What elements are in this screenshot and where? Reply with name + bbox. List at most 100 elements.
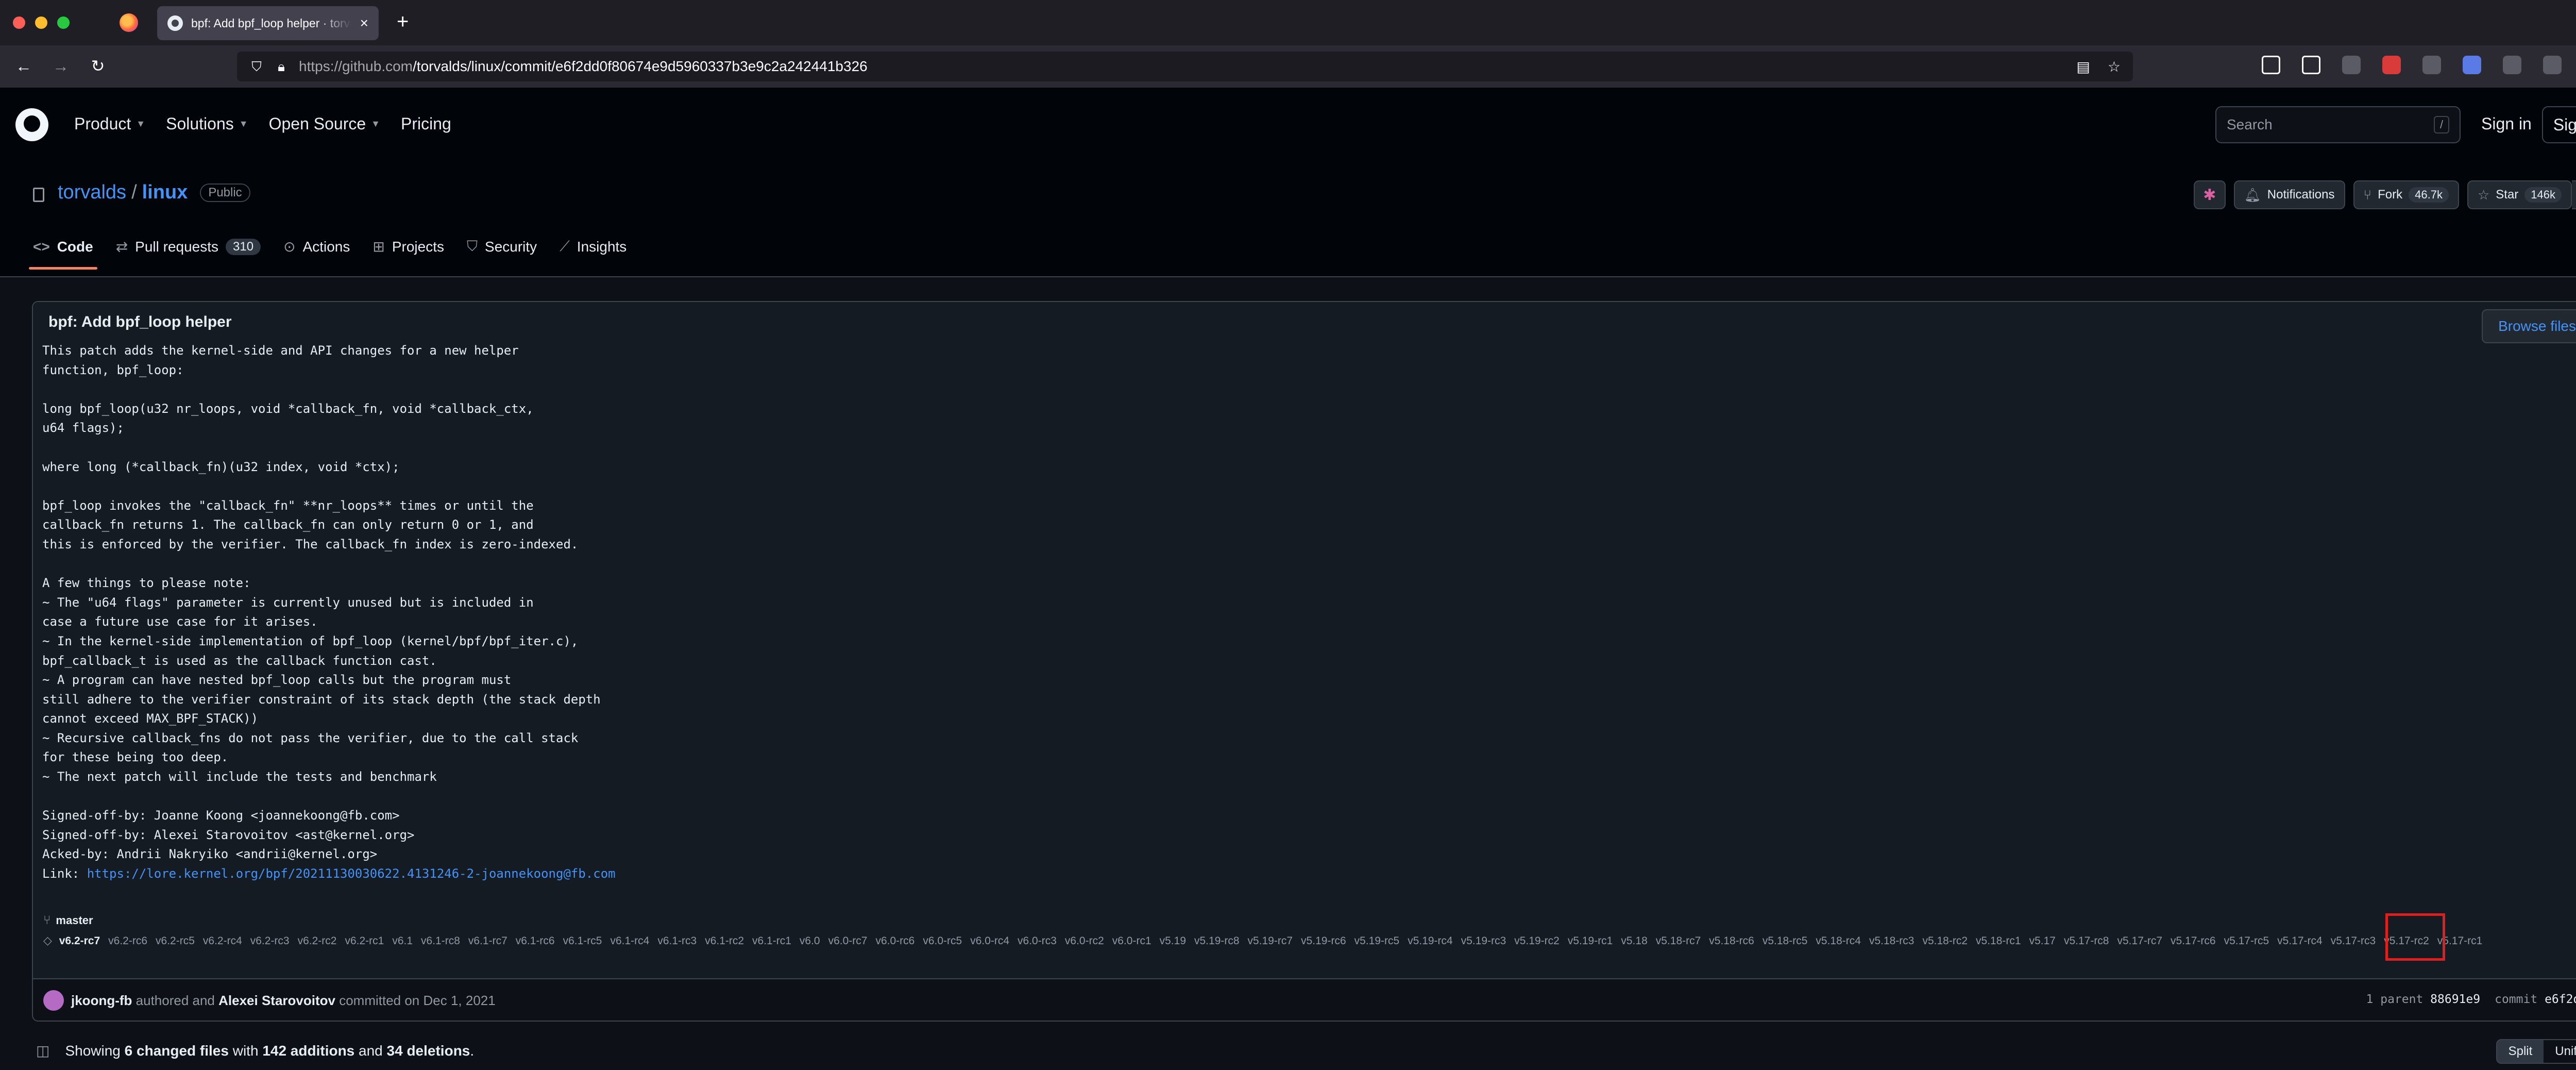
pocket-icon[interactable] <box>2262 56 2280 74</box>
tag-link[interactable]: v5.19-rc1 <box>1568 931 1613 951</box>
tag-link[interactable]: v5.18-rc4 <box>1816 931 1861 951</box>
tag-link[interactable]: v6.1-rc3 <box>657 931 697 951</box>
search-input[interactable] <box>2227 116 2434 133</box>
changed-files-link[interactable]: 6 changed files <box>125 1043 229 1059</box>
tab-security[interactable]: ⛉ Security <box>467 238 537 268</box>
browse-files-button[interactable]: Browse files <box>2482 309 2576 343</box>
star-button[interactable]: ☆ Star 146k <box>2467 180 2572 209</box>
tag-link[interactable]: v5.19-rc5 <box>1354 931 1400 951</box>
tag-link[interactable]: v5.19-rc2 <box>1514 931 1560 951</box>
star-dropdown-chevron-icon[interactable]: ▼ <box>2572 180 2576 209</box>
notifications-button[interactable]: 🔔︎ Notifications <box>2233 180 2345 209</box>
tag-link[interactable]: v6.2-rc6 <box>108 931 147 951</box>
tab-insights[interactable]: ⟋ Insights <box>560 238 626 268</box>
address-bar[interactable]: ⛉ 🔒︎ https://github.com/torvalds/linux/c… <box>237 52 2133 81</box>
commit-lore-link[interactable]: https://lore.kernel.org/bpf/202111300306… <box>87 866 616 881</box>
author-link[interactable]: jkoong-fb <box>71 993 132 1008</box>
tag-link[interactable]: v5.18-rc2 <box>1922 931 1968 951</box>
nav-pricing[interactable]: Pricing <box>401 114 451 133</box>
url-text[interactable]: https://github.com/torvalds/linux/commit… <box>299 58 2066 75</box>
github-logo-icon[interactable] <box>15 108 48 141</box>
nav-open-source[interactable]: Open Source ▼ <box>269 114 380 133</box>
tag-link[interactable]: v5.19-rc8 <box>1194 931 1240 951</box>
tag-link[interactable]: v5.19-rc4 <box>1408 931 1453 951</box>
tag-link[interactable]: v6.1-rc5 <box>563 931 602 951</box>
tab-actions[interactable]: ⊙ Actions <box>283 238 350 268</box>
tag-link[interactable]: v6.2-rc2 <box>298 931 337 951</box>
tag-link[interactable]: v5.19 <box>1160 931 1186 951</box>
back-arrow-icon[interactable]: ← <box>12 55 35 77</box>
tag-link[interactable]: v5.19-rc3 <box>1461 931 1506 951</box>
tag-link[interactable]: v6.1-rc8 <box>421 931 460 951</box>
close-window-button[interactable] <box>13 16 25 29</box>
branch-name-link[interactable]: master <box>56 914 93 927</box>
downloads-icon[interactable] <box>2302 56 2320 74</box>
tab-projects[interactable]: ⊞ Projects <box>372 238 444 268</box>
tag-link[interactable]: v5.18 <box>1621 931 1647 951</box>
tag-link[interactable]: v5.18-rc6 <box>1709 931 1754 951</box>
committer-link[interactable]: Alexei Starovoitov <box>218 993 335 1008</box>
reader-view-icon[interactable]: ▤ <box>2076 58 2090 75</box>
maximize-window-button[interactable] <box>57 16 70 29</box>
tag-link[interactable]: v6.0-rc4 <box>970 931 1009 951</box>
tag-link[interactable]: v6.1-rc6 <box>516 931 555 951</box>
tag-link[interactable]: v6.1-rc7 <box>468 931 507 951</box>
commit-hash[interactable]: e6f2dd0 <box>2545 993 2576 1006</box>
tab-close-icon[interactable]: × <box>360 15 368 31</box>
unified-view-button[interactable]: Unified <box>2544 1040 2576 1063</box>
repo-owner-link[interactable]: torvalds <box>58 181 126 204</box>
bookmark-star-icon[interactable]: ☆ <box>2108 58 2121 75</box>
nav-solutions[interactable]: Solutions ▼ <box>166 114 248 133</box>
parent-hash-link[interactable]: 88691e9 <box>2430 993 2480 1006</box>
tag-link[interactable]: v6.2-rc3 <box>250 931 290 951</box>
repo-name-link[interactable]: linux <box>142 181 188 204</box>
tag-link[interactable]: v5.17-rc7 <box>2117 931 2163 951</box>
tag-link[interactable]: v5.18-rc7 <box>1656 931 1701 951</box>
tag-link[interactable]: v6.2-rc5 <box>156 931 195 951</box>
sign-up-button[interactable]: Sign up <box>2542 106 2576 143</box>
tag-link[interactable]: v6.2-rc7 <box>59 931 100 951</box>
extension-icon-1[interactable] <box>2342 56 2361 74</box>
tag-link[interactable]: v5.17-rc6 <box>2171 931 2216 951</box>
tag-link[interactable]: v5.19-rc6 <box>1301 931 1346 951</box>
tag-link[interactable]: v6.2-rc4 <box>203 931 242 951</box>
extension-icon-6[interactable] <box>2543 56 2562 74</box>
tag-link[interactable]: v6.0-rc6 <box>875 931 914 951</box>
browser-tab-active[interactable]: bpf: Add bpf_loop helper · torvalds/linu… <box>157 6 379 40</box>
new-tab-button[interactable]: + <box>397 11 409 32</box>
tag-link[interactable]: v5.17-rc3 <box>2331 931 2376 951</box>
tag-link[interactable]: v6.1-rc2 <box>705 931 744 951</box>
fork-button[interactable]: ⑂ Fork 46.7k <box>2353 180 2459 209</box>
tag-link[interactable]: v6.0 <box>800 931 820 951</box>
extension-icon-5[interactable] <box>2503 56 2521 74</box>
tag-link[interactable]: v6.0-rc1 <box>1112 931 1151 951</box>
reload-icon[interactable]: ↻ <box>87 55 109 77</box>
tag-link[interactable]: v5.18-rc5 <box>1762 931 1808 951</box>
sign-in-link[interactable]: Sign in <box>2481 114 2532 133</box>
minimize-window-button[interactable] <box>35 16 47 29</box>
tag-link[interactable]: v6.0-rc7 <box>828 931 868 951</box>
tag-link[interactable]: v6.1-rc1 <box>752 931 791 951</box>
tag-link[interactable]: v6.0-rc3 <box>1018 931 1057 951</box>
tag-link[interactable]: v6.1-rc4 <box>610 931 649 951</box>
tag-link[interactable]: v6.1 <box>392 931 413 951</box>
tag-link[interactable]: v5.18-rc1 <box>1976 931 2021 951</box>
tag-link[interactable]: v5.17-rc8 <box>2064 931 2109 951</box>
tag-link[interactable]: v5.19-rc7 <box>1248 931 1293 951</box>
tag-link[interactable]: v5.18-rc3 <box>1869 931 1914 951</box>
tag-link[interactable]: v5.17 <box>2029 931 2056 951</box>
extension-icon-3[interactable] <box>2422 56 2441 74</box>
tag-link[interactable]: v6.0-rc5 <box>923 931 962 951</box>
tag-link[interactable]: v5.17-rc4 <box>2277 931 2323 951</box>
tab-code[interactable]: <> Code <box>29 238 97 270</box>
sponsor-button[interactable]: ✱ <box>2193 180 2226 209</box>
split-view-button[interactable]: Split <box>2497 1040 2544 1063</box>
search-box[interactable]: / <box>2215 106 2461 143</box>
forward-arrow-icon[interactable]: → <box>49 55 72 77</box>
extension-icon-4[interactable] <box>2463 56 2481 74</box>
firefox-view-icon[interactable] <box>120 13 138 32</box>
file-tree-toggle-icon[interactable]: ◫ <box>36 1042 49 1059</box>
tag-link[interactable]: v6.0-rc2 <box>1065 931 1104 951</box>
tracking-shield-icon[interactable]: ⛉ <box>249 59 264 74</box>
tab-pull-requests[interactable]: ⇄ Pull requests 310 <box>116 238 261 268</box>
